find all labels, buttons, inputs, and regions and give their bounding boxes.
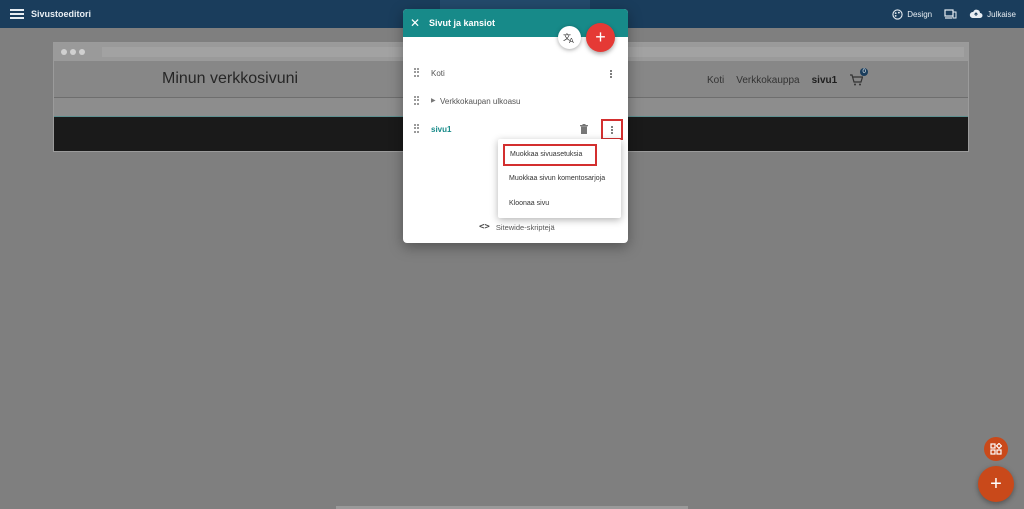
design-label: Design [907,9,933,19]
site-title: Minun verkkosivuni [162,70,299,87]
widgets-icon [990,443,1002,455]
window-dot-icon [79,49,85,55]
menu-item-edit-page-settings[interactable]: Muokkaa sivuasetuksia [503,144,597,166]
dialog-title: Sivut ja kansiot [429,18,496,28]
publish-button[interactable]: Julkaise [969,9,1016,19]
page-label: Koti [431,69,445,78]
trash-icon[interactable] [580,124,588,134]
translate-icon: 文A [563,32,574,44]
site-nav: Koti Verkkokauppa sivu1 0 [707,68,869,86]
page-row-shop-layout[interactable]: ▶ Verkkokaupan ulkoasu [403,91,628,111]
page-row-page1[interactable]: sivu1 [403,119,628,140]
sitewide-scripts-link[interactable]: <> Sitewide-skriptejä [479,222,555,232]
plus-icon: + [990,473,1002,495]
devices-icon [944,8,957,19]
page-label: Verkkokaupan ulkoasu [440,97,521,106]
svg-text:A: A [569,37,574,44]
pages-dialog: ✕ Sivut ja kansiot 文A + Koti ▶ Verkkokau… [403,9,628,243]
widgets-button[interactable] [984,437,1008,461]
site-nav-home[interactable]: Koti [707,75,724,86]
expand-arrow-icon[interactable]: ▶ [431,97,436,104]
cloud-upload-icon [969,9,983,18]
design-button[interactable]: Design [892,8,933,20]
translate-button[interactable]: 文A [558,26,581,49]
plus-icon: + [595,27,606,47]
publish-label: Julkaise [987,9,1016,19]
window-dot-icon [70,49,76,55]
add-element-button[interactable]: + [978,466,1014,502]
drag-handle-icon[interactable] [414,96,419,105]
window-dot-icon [61,49,67,55]
code-icon: <> [479,222,490,232]
page-label: sivu1 [431,125,452,134]
close-icon[interactable]: ✕ [410,17,420,29]
menu-icon[interactable] [10,9,24,19]
drag-handle-icon[interactable] [414,124,419,133]
site-nav-page1[interactable]: sivu1 [812,75,838,86]
cart-badge: 0 [860,68,869,76]
app-title: Sivustoeditori [31,9,92,19]
devices-button[interactable] [944,8,957,20]
menu-item-edit-page-scripts[interactable]: Muokkaa sivun komentosarjoja [498,168,621,190]
add-page-button[interactable]: + [586,23,615,52]
page-context-menu: Muokkaa sivuasetuksia Muokkaa sivun kome… [498,139,621,218]
drag-handle-icon[interactable] [414,68,419,77]
menu-item-clone-page[interactable]: Kloonaa sivu [498,193,621,215]
sitewide-scripts-label: Sitewide-skriptejä [495,222,555,232]
page-row-home[interactable]: Koti [403,63,628,83]
more-vert-icon[interactable] [603,67,619,81]
more-vert-icon[interactable] [601,119,623,140]
site-nav-shop[interactable]: Verkkokauppa [736,75,799,86]
cart-icon[interactable]: 0 [849,68,869,86]
palette-icon [892,8,903,20]
